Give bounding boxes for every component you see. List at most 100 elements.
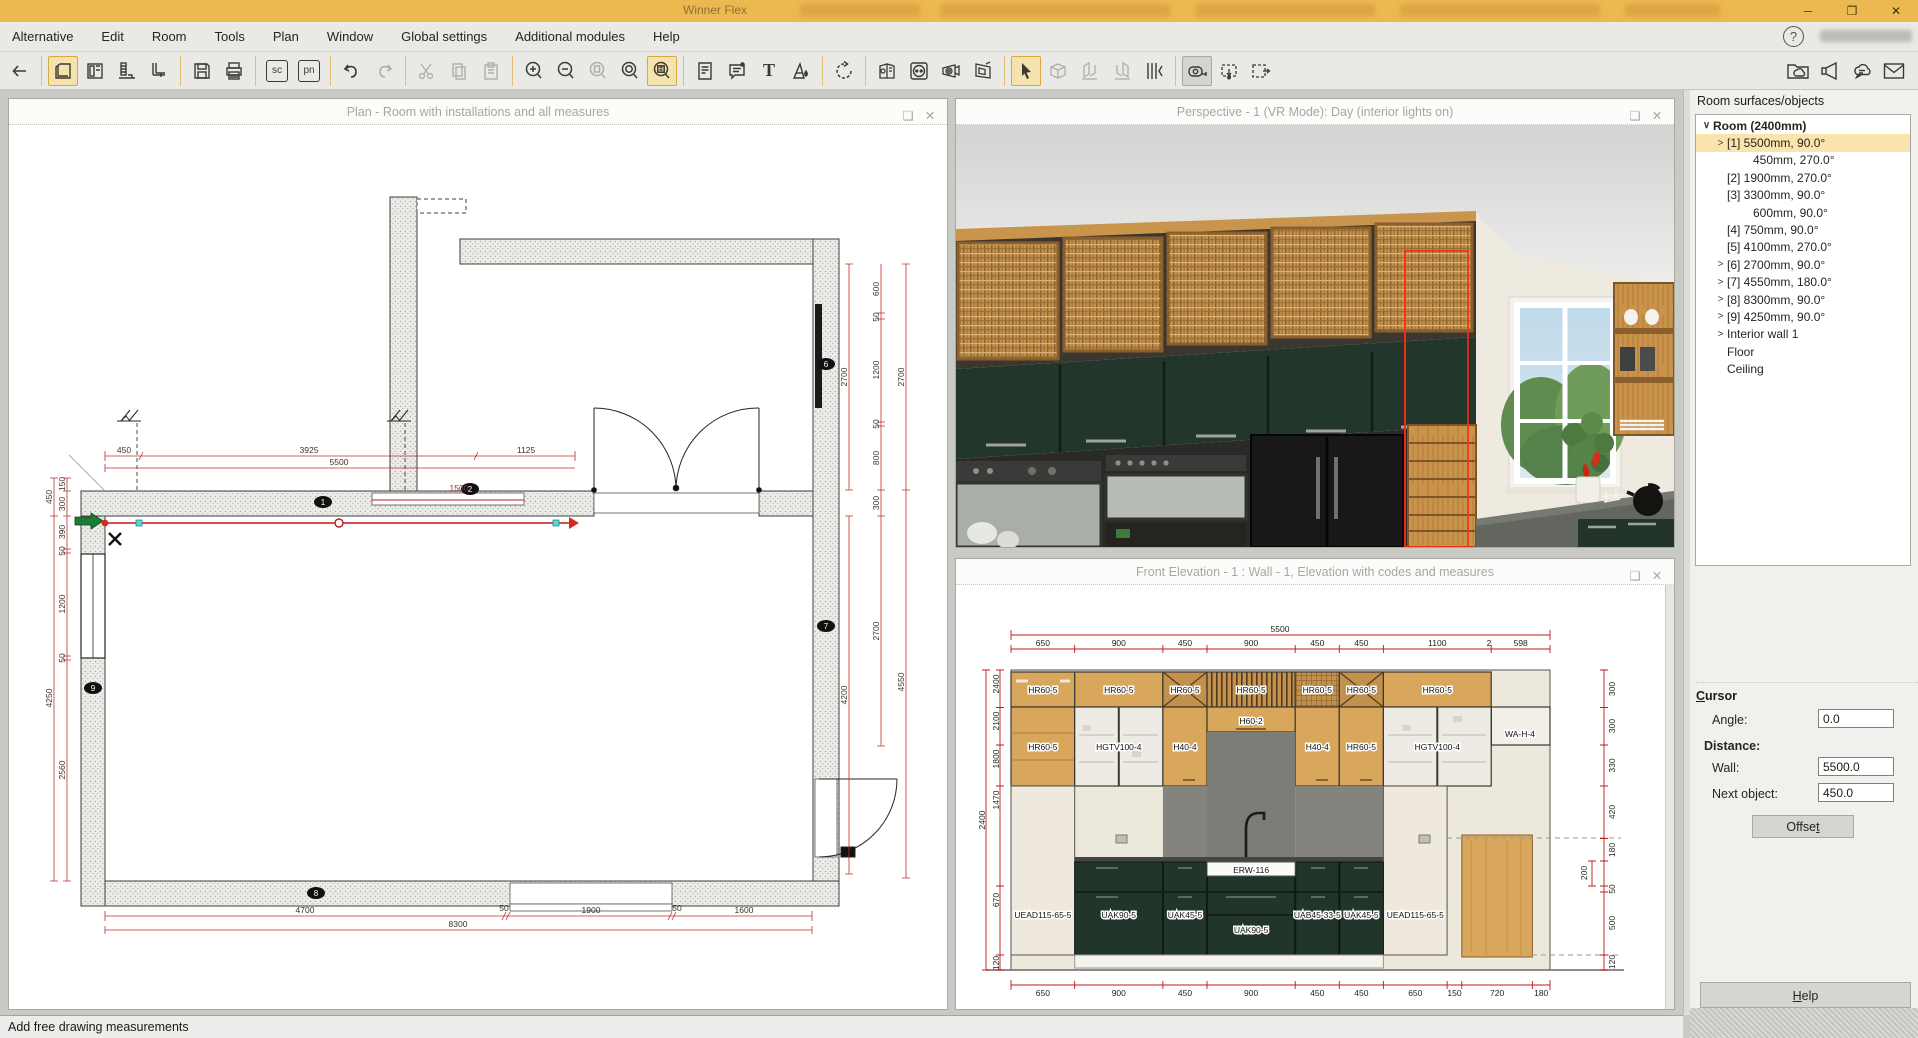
comment-icon[interactable]: [722, 56, 752, 86]
announcement-icon[interactable]: [1815, 56, 1845, 86]
plan-measure-handles[interactable]: [75, 513, 579, 545]
menu-window[interactable]: Window: [313, 22, 387, 52]
close-button[interactable]: ✕: [1874, 0, 1918, 22]
svg-text:300: 300: [871, 496, 881, 510]
svg-text:H40-4: H40-4: [1173, 742, 1196, 752]
wall-distance-input[interactable]: [1818, 757, 1894, 776]
chevron-right-icon[interactable]: >: [1714, 311, 1727, 322]
plan-maximize-icon[interactable]: ❏: [899, 103, 917, 121]
walls-3d-icon[interactable]: [1075, 56, 1105, 86]
perspective-close-icon[interactable]: ✕: [1648, 103, 1666, 121]
cut-icon[interactable]: [412, 56, 442, 86]
walls-3d-back-icon[interactable]: [1107, 56, 1137, 86]
tree-item-floor[interactable]: Floor: [1696, 343, 1910, 360]
tree-item-wall-4[interactable]: [4] 750mm, 90.0°: [1696, 221, 1910, 238]
help-button[interactable]: Help: [1700, 982, 1911, 1008]
camera-icon[interactable]: [936, 56, 966, 86]
pn-tool-icon[interactable]: pn: [294, 56, 324, 86]
back-icon[interactable]: [5, 56, 35, 86]
text-tool-icon[interactable]: T: [754, 56, 784, 86]
svg-text:5500: 5500: [1271, 624, 1290, 634]
chevron-down-icon[interactable]: ∨: [1700, 120, 1713, 131]
menu-plan[interactable]: Plan: [259, 22, 313, 52]
minimize-button[interactable]: ─: [1786, 0, 1830, 22]
print-icon[interactable]: [219, 56, 249, 86]
redo-icon[interactable]: [369, 56, 399, 86]
dimension-point-icon[interactable]: [1214, 56, 1244, 86]
chevron-right-icon[interactable]: >: [1714, 329, 1727, 340]
paste-icon[interactable]: [476, 56, 506, 86]
maximize-button[interactable]: ❐: [1830, 0, 1874, 22]
help-icon[interactable]: ?: [1783, 26, 1804, 47]
zoom-object-icon[interactable]: [583, 56, 613, 86]
zoom-out-icon[interactable]: [551, 56, 581, 86]
tree-item-wall-5[interactable]: [5] 4100mm, 270.0°: [1696, 239, 1910, 256]
undo-icon[interactable]: [337, 56, 367, 86]
perspective-panel-icon[interactable]: [968, 56, 998, 86]
plan-close-icon[interactable]: ✕: [921, 103, 939, 121]
perspective-canvas[interactable]: [956, 125, 1674, 547]
dimension-extend-icon[interactable]: [1246, 56, 1276, 86]
cloud-chat-icon[interactable]: [1847, 56, 1877, 86]
sc-tool-icon[interactable]: sc: [262, 56, 292, 86]
menu-tools[interactable]: Tools: [201, 22, 259, 52]
elevation-window: Front Elevation - 1 : Wall - 1, Elevatio…: [955, 558, 1675, 1010]
angle-input[interactable]: [1818, 709, 1894, 728]
tree-item-wall-7[interactable]: >[7] 4550mm, 180.0°: [1696, 274, 1910, 291]
save-icon[interactable]: [187, 56, 217, 86]
menu-additional-modules[interactable]: Additional modules: [501, 22, 639, 52]
zoom-in-icon[interactable]: [519, 56, 549, 86]
note-icon[interactable]: [690, 56, 720, 86]
zoom-window-icon[interactable]: [647, 56, 677, 86]
elevation-list-view-icon[interactable]: [112, 56, 142, 86]
pointer-icon[interactable]: [1011, 56, 1041, 86]
svg-text:ERW-116: ERW-116: [1233, 865, 1269, 875]
tree-item-interior-wall[interactable]: >Interior wall 1: [1696, 326, 1910, 343]
elevation-close-icon[interactable]: ✕: [1648, 563, 1666, 581]
elevation-scrollbar[interactable]: [1665, 585, 1674, 1009]
tree-item-seg-600[interactable]: 600mm, 90.0°: [1696, 204, 1910, 221]
cabinet-3d-icon[interactable]: [872, 56, 902, 86]
menu-help[interactable]: Help: [639, 22, 694, 52]
chevron-right-icon[interactable]: >: [1714, 259, 1727, 270]
next-object-input[interactable]: [1818, 783, 1894, 802]
tape-measure-icon[interactable]: [1182, 56, 1212, 86]
panel-splitter[interactable]: [1683, 90, 1690, 1015]
parallel-measure-icon[interactable]: [1139, 56, 1169, 86]
menu-room[interactable]: Room: [138, 22, 201, 52]
resize-grip[interactable]: [1690, 1008, 1918, 1038]
tree-item-wall-6[interactable]: >[6] 2700mm, 90.0°: [1696, 256, 1910, 273]
tree-item-wall-8[interactable]: >[8] 8300mm, 90.0°: [1696, 291, 1910, 308]
chevron-right-icon[interactable]: >: [1714, 277, 1727, 288]
chevron-right-icon[interactable]: >: [1714, 294, 1727, 305]
cloud-folder-icon[interactable]: [1783, 56, 1813, 86]
tree-item-room[interactable]: ∨Room (2400mm): [1696, 117, 1910, 134]
menu-alternative[interactable]: Alternative: [0, 22, 87, 52]
svg-text:HR60-5: HR60-5: [1236, 685, 1266, 695]
tree-item-wall-3[interactable]: [3] 3300mm, 90.0°: [1696, 187, 1910, 204]
menu-global-settings[interactable]: Global settings: [387, 22, 501, 52]
socket-icon[interactable]: [904, 56, 934, 86]
tree-item-seg-450[interactable]: 450mm, 270.0°: [1696, 152, 1910, 169]
elevation-canvas[interactable]: 5500 650 900 450 900 450 450 1100 2 598 …: [956, 585, 1674, 1009]
mail-icon[interactable]: [1879, 56, 1909, 86]
offset-button[interactable]: Offset: [1752, 815, 1854, 838]
elevation-window-titlebar: Front Elevation - 1 : Wall - 1, Elevatio…: [956, 559, 1674, 585]
perspective-maximize-icon[interactable]: ❏: [1626, 103, 1644, 121]
chevron-right-icon[interactable]: >: [1714, 138, 1727, 149]
orbit-3d-icon[interactable]: [1043, 56, 1073, 86]
zoom-all-icon[interactable]: [615, 56, 645, 86]
rotate-icon[interactable]: [829, 56, 859, 86]
tree-item-ceiling[interactable]: Ceiling: [1696, 360, 1910, 377]
copy-icon[interactable]: [444, 56, 474, 86]
plan-canvas[interactable]: 1 2 6 7 8 9: [9, 125, 947, 1009]
plan-view-icon[interactable]: [48, 56, 78, 86]
corner-view-icon[interactable]: [144, 56, 174, 86]
tree-item-wall-9[interactable]: >[9] 4250mm, 90.0°: [1696, 308, 1910, 325]
tree-item-wall-2[interactable]: [2] 1900mm, 270.0°: [1696, 169, 1910, 186]
elevation-view-icon[interactable]: [80, 56, 110, 86]
elevation-maximize-icon[interactable]: ❏: [1626, 563, 1644, 581]
tree-item-wall-1[interactable]: >[1] 5500mm, 90.0°: [1696, 134, 1910, 151]
color-fill-icon[interactable]: [786, 56, 816, 86]
menu-edit[interactable]: Edit: [87, 22, 137, 52]
